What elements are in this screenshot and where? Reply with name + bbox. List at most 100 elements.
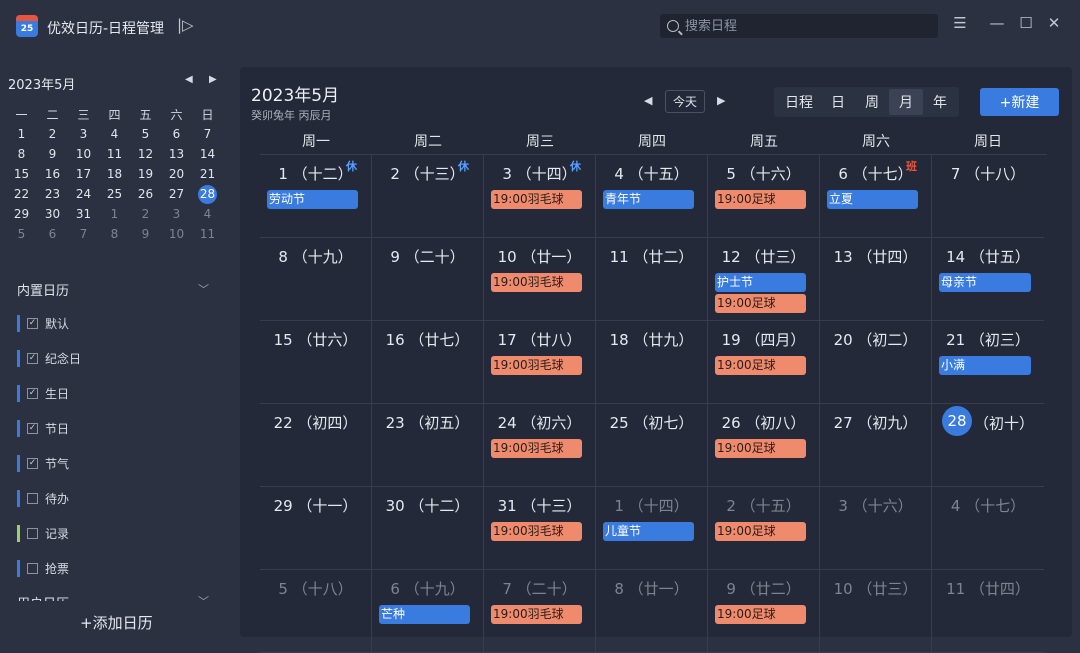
mini-day-cell[interactable]: 6 xyxy=(37,224,68,244)
add-calendar-button[interactable]: +添加日历 xyxy=(80,612,153,633)
user-calendars-title[interactable]: 用户日历 xyxy=(17,593,69,601)
mini-day-cell[interactable]: 5 xyxy=(6,224,37,244)
day-cell[interactable]: 11 （廿二） xyxy=(596,238,708,321)
mini-day-cell[interactable]: 4 xyxy=(99,124,130,144)
day-cell[interactable]: 5 （十六） 19:00足球 xyxy=(708,155,820,238)
mini-day-cell[interactable]: 24 xyxy=(68,184,99,204)
new-event-button[interactable]: +新建 xyxy=(980,88,1059,116)
day-cell[interactable]: 4 （十七） xyxy=(932,487,1044,570)
day-cell[interactable]: 3 （十六） xyxy=(820,487,932,570)
day-cell[interactable]: 6 （十七）班立夏 xyxy=(820,155,932,238)
day-cell[interactable]: 6 （十九） 芒种 xyxy=(372,570,484,653)
day-cell[interactable]: 20 （初二） xyxy=(820,321,932,404)
mini-day-cell[interactable]: 25 xyxy=(99,184,130,204)
mini-day-cell[interactable]: 12 xyxy=(130,144,161,164)
mini-day-cell[interactable]: 31 xyxy=(68,204,99,224)
search-input[interactable] xyxy=(685,18,925,34)
calendar-item[interactable]: ✓ 生日 xyxy=(17,384,69,402)
event-chip[interactable]: 青年节 xyxy=(603,190,694,209)
mini-day-cell[interactable]: 3 xyxy=(68,124,99,144)
day-cell[interactable]: 19 （四月） 19:00足球 xyxy=(708,321,820,404)
mini-day-cell[interactable]: 16 xyxy=(37,164,68,184)
view-tab[interactable]: 月 xyxy=(889,89,923,115)
mini-day-cell[interactable]: 10 xyxy=(68,144,99,164)
mini-day-cell[interactable]: 27 xyxy=(161,184,192,204)
mini-day-cell[interactable]: 1 xyxy=(6,124,37,144)
event-chip[interactable]: 19:00羽毛球 xyxy=(491,605,582,624)
calendar-checkbox[interactable]: ✓ xyxy=(27,387,38,399)
mini-day-cell[interactable]: 14 xyxy=(192,144,223,164)
mini-day-cell[interactable]: 15 xyxy=(6,164,37,184)
day-cell[interactable]: 2 （十三）休 xyxy=(372,155,484,238)
chevron-down-icon[interactable]: ﹀ xyxy=(198,593,209,601)
mini-next-month-icon[interactable]: ▶ xyxy=(209,74,217,85)
mini-day-cell[interactable]: 22 xyxy=(6,184,37,204)
event-chip[interactable]: 19:00羽毛球 xyxy=(491,273,582,292)
mini-day-cell[interactable]: 29 xyxy=(6,204,37,224)
prev-month-icon[interactable]: ◀ xyxy=(644,94,652,107)
mini-day-cell[interactable]: 20 xyxy=(161,164,192,184)
maximize-icon[interactable]: ☐ xyxy=(1016,14,1036,32)
day-cell[interactable]: 23 （初五） xyxy=(372,404,484,487)
day-cell[interactable]: 9 （二十） xyxy=(372,238,484,321)
day-cell[interactable]: 11 （廿四） xyxy=(932,570,1044,653)
mini-day-cell[interactable]: 8 xyxy=(6,144,37,164)
mini-day-cell[interactable]: 5 xyxy=(130,124,161,144)
calendar-item[interactable]: ✓ 节气 xyxy=(17,454,69,472)
calendar-item[interactable]: ✓ 默认 xyxy=(17,314,69,332)
close-icon[interactable]: ✕ xyxy=(1044,14,1064,32)
view-tab[interactable]: 日 xyxy=(821,89,855,115)
day-cell[interactable]: 13 （廿四） xyxy=(820,238,932,321)
calendar-checkbox[interactable] xyxy=(27,562,38,574)
event-chip[interactable]: 小满 xyxy=(939,356,1031,375)
builtin-calendars-title[interactable]: 内置日历 xyxy=(17,280,69,299)
calendar-checkbox[interactable]: ✓ xyxy=(27,422,38,434)
next-month-icon[interactable]: ▶ xyxy=(717,94,725,107)
day-cell[interactable]: 8 （十九） xyxy=(260,238,372,321)
calendar-checkbox[interactable] xyxy=(27,527,38,539)
event-chip[interactable]: 19:00足球 xyxy=(715,605,806,624)
day-cell[interactable]: 22 （初四） xyxy=(260,404,372,487)
mini-day-cell[interactable]: 28 xyxy=(192,184,223,204)
day-cell[interactable]: 21 （初三） 小满 xyxy=(932,321,1044,404)
day-cell[interactable]: 10 （廿三） xyxy=(820,570,932,653)
mini-day-cell[interactable]: 13 xyxy=(161,144,192,164)
calendar-item[interactable]: ✓ 纪念日 xyxy=(17,349,81,367)
view-tab[interactable]: 日程 xyxy=(777,89,821,115)
day-cell[interactable]: 10 （廿一） 19:00羽毛球 xyxy=(484,238,596,321)
event-chip[interactable]: 19:00足球 xyxy=(715,439,806,458)
day-cell[interactable]: 17 （廿八） 19:00羽毛球 xyxy=(484,321,596,404)
mini-day-cell[interactable]: 18 xyxy=(99,164,130,184)
mini-day-cell[interactable]: 9 xyxy=(37,144,68,164)
calendar-checkbox[interactable] xyxy=(27,492,38,504)
day-cell[interactable]: 7 （二十） 19:00羽毛球 xyxy=(484,570,596,653)
mini-day-cell[interactable]: 2 xyxy=(37,124,68,144)
mini-day-cell[interactable]: 17 xyxy=(68,164,99,184)
mini-day-cell[interactable]: 1 xyxy=(99,204,130,224)
event-chip[interactable]: 19:00羽毛球 xyxy=(491,356,582,375)
event-chip[interactable]: 护士节 xyxy=(715,273,806,292)
event-chip[interactable]: 立夏 xyxy=(827,190,918,209)
calendar-checkbox[interactable]: ✓ xyxy=(27,317,38,329)
day-cell[interactable]: 26 （初八） 19:00足球 xyxy=(708,404,820,487)
calendar-item[interactable]: 待办 xyxy=(17,489,69,507)
day-cell[interactable]: 1 （十四） 儿童节 xyxy=(596,487,708,570)
calendar-checkbox[interactable]: ✓ xyxy=(27,457,38,469)
event-chip[interactable]: 19:00足球 xyxy=(715,190,806,209)
mini-day-cell[interactable]: 23 xyxy=(37,184,68,204)
event-chip[interactable]: 母亲节 xyxy=(939,273,1031,292)
mini-day-cell[interactable]: 7 xyxy=(192,124,223,144)
event-chip[interactable]: 19:00足球 xyxy=(715,294,806,313)
day-cell[interactable]: 31 （十三） 19:00羽毛球 xyxy=(484,487,596,570)
search-box[interactable] xyxy=(660,14,938,38)
toggle-sidebar-icon[interactable]: |▷ xyxy=(177,16,194,34)
mini-day-cell[interactable]: 6 xyxy=(161,124,192,144)
minimize-icon[interactable]: — xyxy=(987,14,1007,32)
today-button[interactable]: 今天 xyxy=(665,90,705,113)
day-cell[interactable]: 15 （廿六） xyxy=(260,321,372,404)
day-cell[interactable]: 4 （十五） 青年节 xyxy=(596,155,708,238)
day-cell[interactable]: 27 （初九） xyxy=(820,404,932,487)
day-cell[interactable]: 29 （十一） xyxy=(260,487,372,570)
day-cell[interactable]: 16 （廿七） xyxy=(372,321,484,404)
view-tab[interactable]: 周 xyxy=(855,89,889,115)
